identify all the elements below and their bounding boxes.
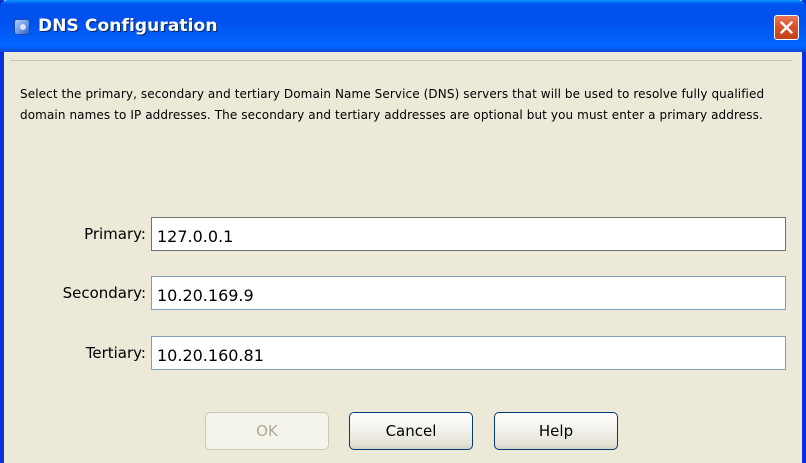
help-button[interactable]: Help [494, 412, 618, 450]
divider [10, 60, 792, 61]
secondary-input[interactable] [151, 276, 786, 310]
tertiary-label: Tertiary: [85, 344, 146, 362]
title-bar[interactable]: DNS Configuration [0, 0, 806, 52]
window-title: DNS Configuration [38, 16, 218, 36]
primary-row: Primary: [4, 217, 802, 251]
secondary-row: Secondary: [4, 276, 802, 310]
app-window-icon [14, 19, 30, 35]
secondary-label: Secondary: [62, 284, 146, 302]
button-row: OK Cancel Help [4, 412, 802, 452]
close-icon [780, 21, 793, 34]
close-button[interactable] [774, 15, 799, 40]
tertiary-row: Tertiary: [4, 336, 802, 370]
description-text: Select the primary, secondary and tertia… [20, 87, 765, 122]
primary-input[interactable] [151, 217, 786, 251]
ok-button[interactable]: OK [205, 412, 329, 450]
dialog-content: Select the primary, secondary and tertia… [4, 52, 802, 463]
tertiary-input[interactable] [151, 336, 786, 370]
primary-label: Primary: [84, 225, 146, 243]
dns-configuration-dialog: DNS Configuration Select the primary, se… [0, 0, 806, 463]
cancel-button[interactable]: Cancel [349, 412, 473, 450]
